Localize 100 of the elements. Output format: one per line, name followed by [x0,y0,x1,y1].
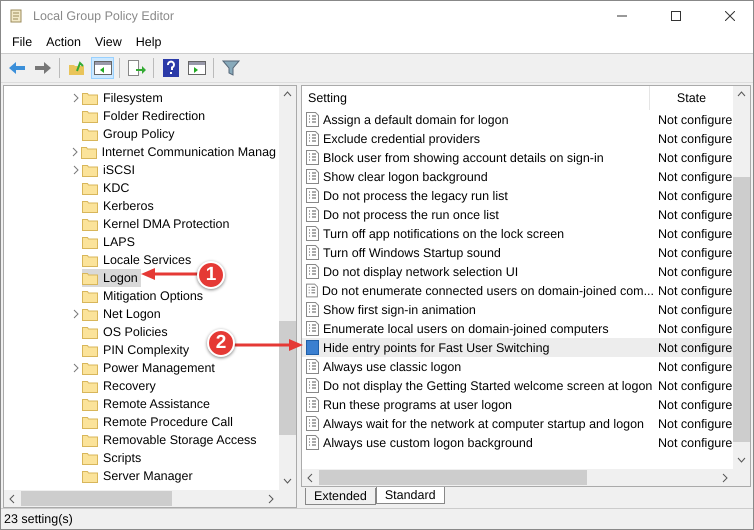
menu-item[interactable]: Action [39,35,88,49]
column-header[interactable]: Setting [302,86,650,110]
table-row[interactable]: Always use custom logon background Not configure [302,433,733,452]
table-row[interactable]: Turn off Windows Startup sound Not configure [302,243,733,262]
tree-item[interactable]: Removable Storage Access [82,431,260,449]
table-row[interactable]: Show first sign-in animation Not configure [302,300,733,319]
menu-item[interactable]: File [5,35,40,49]
table-row[interactable]: Hide entry points for Fast User Switching Not configure [302,338,733,357]
folder-icon [82,362,98,374]
policy-icon [306,150,319,165]
tree-item[interactable]: Internet Communication Manag [80,143,279,161]
table-row[interactable]: Do not enumerate connected users on domain-joined com... Not configure [302,281,733,300]
tree-item[interactable]: KDC [82,179,132,197]
tree-item[interactable]: Remote Procedure Call [82,413,236,431]
scroll-thumb[interactable] [21,491,172,506]
folder-icon [82,164,98,176]
policy-icon [306,112,319,127]
tree-item[interactable]: Power Management [82,359,218,377]
view-tab[interactable]: Extended [305,488,376,505]
tree-pane-icon[interactable] [91,57,114,79]
tree-item[interactable]: LAPS [82,233,138,251]
tree-item[interactable]: Locale Services [82,251,194,269]
setting-name: Do not display network selection UI [323,264,518,278]
status-text: 23 setting(s) [4,512,73,526]
folder-icon [82,218,98,230]
setting-name: Turn off app notifications on the lock screen [323,226,564,240]
scroll-thumb[interactable] [279,320,296,436]
policy-icon [306,264,319,279]
export-list-icon[interactable] [125,57,148,79]
tree-item[interactable]: Recovery [82,377,159,395]
scrollbar[interactable] [733,86,750,469]
setting-state: Not configure [658,340,732,354]
policy-icon [306,245,319,260]
view-tab[interactable]: Standard [376,487,445,504]
tree-item[interactable]: Net Logon [82,305,164,323]
table-row[interactable]: Do not display the Getting Started welcome screen at logon Not configure [302,376,733,395]
table-row[interactable]: Do not process the legacy run list Not configure [302,186,733,205]
policy-icon [306,302,319,317]
table-row[interactable]: Always use classic logon Not configure [302,357,733,376]
column-header[interactable]: State [650,86,733,110]
scroll-thumb[interactable] [733,177,750,442]
folder-icon [82,182,98,194]
tree-item[interactable]: OS Policies [82,323,171,341]
chevron-icon[interactable] [73,309,79,319]
tree-item[interactable]: iSCSI [82,161,138,179]
setting-name: Do not process the run once list [323,208,499,222]
table-row[interactable]: Show clear logon background Not configure [302,167,733,186]
table-row[interactable]: Do not display network selection UI Not configure [302,262,733,281]
table-row[interactable]: Turn off app notifications on the lock screen Not configure [302,224,733,243]
scrollbar[interactable] [302,469,733,486]
setting-name: Show clear logon background [323,170,488,184]
setting-name: Do not display the Getting Started welcome screen at logon [323,378,652,392]
setting-state: Not configure [658,132,732,146]
tree-item[interactable]: Logon [82,269,141,287]
table-row[interactable]: Always wait for the network at computer startup and logon Not configure [302,414,733,433]
folder-icon [80,146,97,158]
setting-state: Not configure [658,284,732,298]
setting-state: Not configure [658,322,732,336]
tree-item[interactable]: Folder Redirection [82,107,208,125]
folder-icon [82,92,98,104]
tree-item[interactable]: Scripts [82,449,144,467]
tree-item[interactable]: Remote Assistance [82,395,213,413]
folder-icon [82,380,98,392]
setting-state: Not configure [658,208,732,222]
table-row[interactable]: Do not process the run once list Not configure [302,205,733,224]
scroll-thumb[interactable] [319,470,587,485]
menu-item[interactable]: Help [128,35,168,49]
setting-state: Not configure [658,170,732,184]
table-row[interactable]: Run these programs at user logon Not configure [302,395,733,414]
tree-item[interactable]: Filesystem [82,89,166,107]
folder-icon [82,272,98,284]
policy-icon [306,207,319,222]
menu-item[interactable]: View [88,35,129,49]
setting-state: Not configure [658,150,732,164]
table-row[interactable]: Enumerate local users on domain-joined computers Not configure [302,319,733,338]
setting-state: Not configure [658,226,732,240]
scrollbar[interactable] [279,86,296,490]
table-row[interactable]: Assign a default domain for logon Not configure [302,110,733,129]
chevron-icon[interactable] [73,93,79,103]
tree-item[interactable]: Kernel DMA Protection [82,215,232,233]
folder-icon [82,200,98,212]
tree-item[interactable]: PIN Complexity [82,341,192,359]
setting-name: Turn off Windows Startup sound [323,246,501,260]
policy-icon [306,359,319,374]
tree-item[interactable]: Group Policy [82,125,178,143]
setting-name: Run these programs at user logon [323,398,512,412]
policy-icon [306,378,319,393]
tree-item[interactable]: Server Manager [82,467,196,485]
folder-icon [82,470,98,482]
tree-item[interactable]: Mitigation Options [82,287,206,305]
folder-icon [82,344,98,356]
setting-name: Do not process the legacy run list [323,188,508,202]
chevron-icon[interactable] [73,363,79,373]
scrollbar[interactable] [4,490,279,507]
setting-state: Not configure [658,398,732,412]
tree-item[interactable]: Kerberos [82,197,157,215]
table-row[interactable]: Block user from showing account details on sign-in Not configure [302,148,733,167]
setting-name: Hide entry points for Fast User Switching [323,340,550,354]
maximize-icon [671,11,681,21]
table-row[interactable]: Exclude credential providers Not configure [302,129,733,148]
